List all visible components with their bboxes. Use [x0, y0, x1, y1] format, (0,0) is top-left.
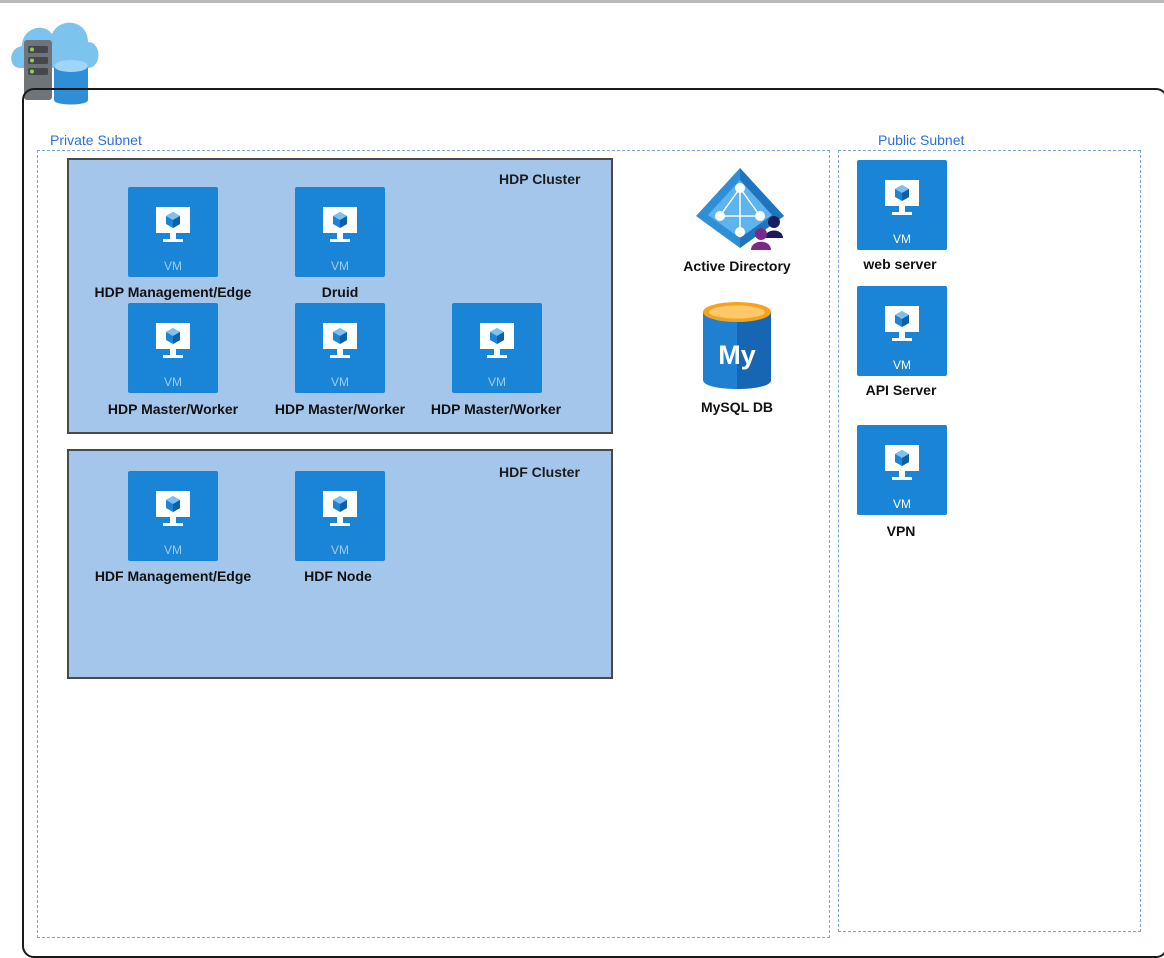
vpn-vm[interactable]: VM	[857, 425, 947, 515]
hdp-master-worker-label-1: HDP Master/Worker	[107, 401, 239, 417]
virtual-machine-monitor-icon	[885, 180, 919, 215]
hdp-master-worker-label-3: HDP Master/Worker	[430, 401, 562, 417]
virtual-machine-monitor-icon	[156, 207, 190, 242]
vm-caption: VM	[164, 259, 182, 273]
hdp-management-edge-label: HDP Management/Edge	[94, 284, 252, 300]
druid-label: Druid	[321, 284, 359, 300]
vm-caption: VM	[893, 358, 911, 372]
api-server-label: API Server	[865, 382, 937, 398]
virtual-machine-monitor-icon	[323, 491, 357, 526]
vm-caption: VM	[488, 375, 506, 389]
top-border	[0, 0, 1164, 3]
private-subnet-label: Private Subnet	[50, 132, 142, 148]
vpn-label: VPN	[886, 523, 916, 539]
azure-active-directory-icon[interactable]	[692, 166, 788, 250]
active-directory-label: Active Directory	[683, 258, 791, 274]
vm-caption: VM	[331, 259, 349, 273]
virtual-machine-monitor-icon	[885, 445, 919, 480]
virtual-machine-monitor-icon	[323, 207, 357, 242]
hdp-master-worker-vm-3[interactable]: VM	[452, 303, 542, 393]
vm-caption: VM	[893, 232, 911, 246]
hdf-management-edge-vm[interactable]: VM	[128, 471, 218, 561]
mysql-database-icon[interactable]: My	[703, 302, 771, 390]
mysql-badge-text: My	[718, 340, 756, 370]
hdp-management-edge-vm[interactable]: VM	[128, 187, 218, 277]
hdf-cluster-label: HDF Cluster	[499, 464, 580, 480]
public-subnet-label: Public Subnet	[878, 132, 965, 148]
vm-caption: VM	[893, 497, 911, 511]
hdp-master-worker-vm-2[interactable]: VM	[295, 303, 385, 393]
web-server-vm[interactable]: VM	[857, 160, 947, 250]
hdf-management-edge-label: HDF Management/Edge	[94, 568, 252, 584]
vm-caption: VM	[331, 375, 349, 389]
virtual-machine-monitor-icon	[156, 491, 190, 526]
mysql-db-label: MySQL DB	[700, 399, 774, 415]
hdf-node-vm[interactable]: VM	[295, 471, 385, 561]
api-server-vm[interactable]: VM	[857, 286, 947, 376]
hdp-cluster-label: HDP Cluster	[499, 171, 581, 187]
web-server-label: web server	[863, 256, 937, 272]
virtual-machine-monitor-icon	[323, 323, 357, 358]
virtual-machine-monitor-icon	[480, 323, 514, 358]
hdp-master-worker-label-2: HDP Master/Worker	[274, 401, 406, 417]
druid-vm[interactable]: VM	[295, 187, 385, 277]
virtual-machine-monitor-icon	[885, 306, 919, 341]
vm-caption: VM	[331, 543, 349, 557]
vm-caption: VM	[164, 543, 182, 557]
hdp-master-worker-vm-1[interactable]: VM	[128, 303, 218, 393]
vm-caption: VM	[164, 375, 182, 389]
hdf-node-label: HDF Node	[304, 568, 372, 584]
virtual-machine-monitor-icon	[156, 323, 190, 358]
